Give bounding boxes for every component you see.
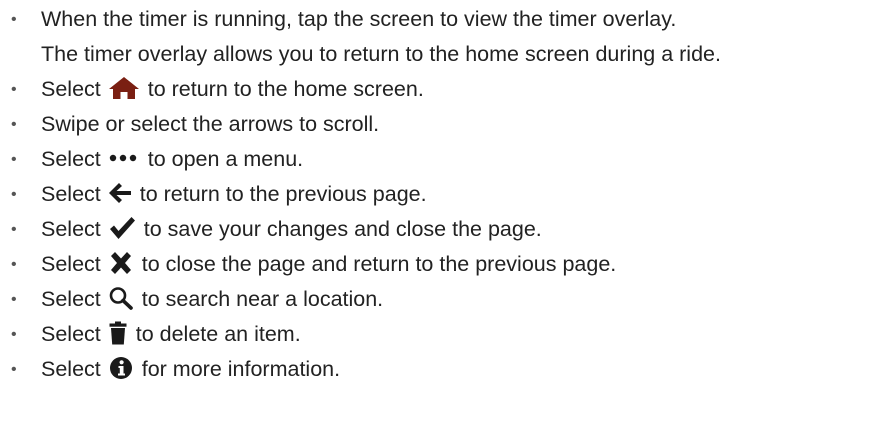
back-arrow-icon: [108, 181, 132, 205]
trash-icon: [108, 321, 128, 345]
item-text-after: to return to the previous page.: [139, 182, 427, 206]
list-item-search: • Select to search near a location.: [0, 282, 882, 317]
item-text-before: Select: [41, 287, 101, 311]
document-page: • When the timer is running, tap the scr…: [0, 0, 882, 433]
instruction-list: • When the timer is running, tap the scr…: [0, 2, 882, 387]
item-text-before: Select: [41, 252, 101, 276]
list-item-save: • Select to save your changes and close …: [0, 212, 882, 247]
list-item-delete: • Select to delete an item.: [0, 317, 882, 352]
bullet: •: [11, 151, 17, 168]
bullet: •: [11, 186, 17, 203]
list-item-info: • Select for more information.: [0, 352, 882, 387]
bullet: •: [11, 291, 17, 308]
list-item-scroll: • Swipe or select the arrows to scroll.: [0, 107, 882, 142]
item-text-before: Select: [41, 322, 101, 346]
info-icon: [108, 356, 134, 380]
list-item-timer-overlay: • When the timer is running, tap the scr…: [0, 2, 882, 72]
list-item-home: • Select to return to the home screen.: [0, 72, 882, 107]
list-item-back: • Select to return to the previous page.: [0, 177, 882, 212]
item-text-before: Select: [41, 77, 101, 101]
item-text-after: to search near a location.: [141, 287, 384, 311]
home-icon: [108, 76, 140, 100]
search-icon: [108, 286, 134, 310]
bullet: •: [11, 116, 17, 133]
item-text-line1: When the timer is running, tap the scree…: [41, 7, 677, 31]
checkmark-icon: [108, 216, 136, 240]
ellipsis-icon: [108, 150, 140, 170]
item-text: Swipe or select the arrows to scroll.: [41, 112, 380, 136]
bullet: •: [11, 256, 17, 273]
item-text-after: to close the page and return to the prev…: [141, 252, 617, 276]
bullet: •: [11, 326, 17, 343]
item-text-after: to delete an item.: [135, 322, 301, 346]
item-text-after: for more information.: [141, 357, 341, 381]
item-text-before: Select: [41, 357, 101, 381]
item-text-before: Select: [41, 182, 101, 206]
item-text-line2: The timer overlay allows you to return t…: [41, 42, 721, 66]
item-text-before: Select: [41, 147, 101, 171]
item-text-after: to save your changes and close the page.: [143, 217, 542, 241]
list-item-close: • Select to close the page and return to…: [0, 247, 882, 282]
item-text-after: to open a menu.: [147, 147, 304, 171]
close-x-icon: [108, 251, 134, 275]
item-text-before: Select: [41, 217, 101, 241]
bullet: •: [11, 361, 17, 378]
bullet: •: [11, 11, 17, 28]
bullet: •: [11, 221, 17, 238]
list-item-menu: • Select to open a menu.: [0, 142, 882, 177]
bullet: •: [11, 81, 17, 98]
item-text-after: to return to the home screen.: [147, 77, 424, 101]
